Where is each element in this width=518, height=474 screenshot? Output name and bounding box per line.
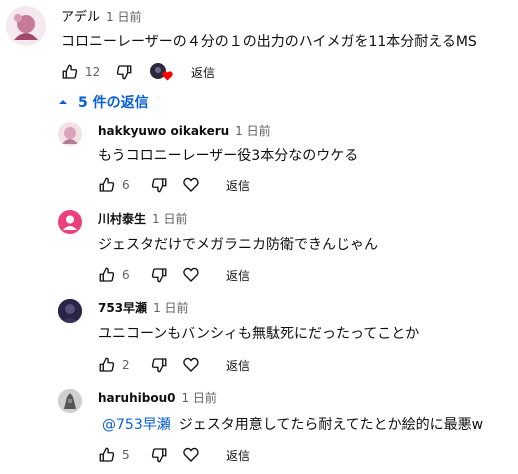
like-icon[interactable] <box>61 63 79 81</box>
reply-time[interactable]: 1 日前 <box>181 391 216 405</box>
view-replies-button[interactable]: 5 件の返信 <box>58 92 149 112</box>
comment-header: アデル 1 日前 <box>61 6 141 25</box>
dislike-icon[interactable] <box>150 176 168 194</box>
dislike-icon[interactable] <box>150 356 168 374</box>
reply-button[interactable]: 返信 <box>226 177 250 194</box>
like-icon[interactable] <box>98 266 116 284</box>
reply-button[interactable]: 返信 <box>226 447 250 464</box>
reply-header: 753早瀬 1 日前 <box>98 299 189 316</box>
heart-outline-icon[interactable] <box>182 446 200 464</box>
dislike-icon[interactable] <box>150 446 168 464</box>
commenter-avatar[interactable] <box>6 6 46 46</box>
like-count: 6 <box>122 268 130 282</box>
reply-body: ユニコーンもバンシィも無駄死にだったってことか <box>98 326 420 342</box>
reply-avatar[interactable] <box>58 210 82 234</box>
reply-actions: 2 返信 <box>98 356 250 374</box>
like-count: 6 <box>122 178 130 192</box>
creator-heart <box>149 62 173 84</box>
reply-button[interactable]: 返信 <box>226 357 250 374</box>
comment-actions: 12 返信 <box>61 62 215 82</box>
like-count: 5 <box>122 448 130 462</box>
reply-actions: 6 返信 <box>98 176 250 194</box>
reply-text: もうコロニーレーザー役3本分なのウケる <box>98 145 358 165</box>
reply-text: @753早瀬 ジェスタ用意してたら耐えてたとか絵的に最悪w <box>102 414 483 434</box>
reply-header: haruhibou0 1 日前 <box>98 389 217 406</box>
reply-body: ジェスタだけでメガラニカ防衛できんじゃん <box>98 237 378 253</box>
reply-time[interactable]: 1 日前 <box>235 124 270 138</box>
reply-actions: 6 返信 <box>98 266 250 284</box>
reply-button[interactable]: 返信 <box>191 64 215 81</box>
reply-author[interactable]: 川村泰生 <box>98 212 146 226</box>
heart-icon <box>162 70 173 84</box>
reply-button[interactable]: 返信 <box>226 267 250 284</box>
caret-up-icon <box>58 97 68 107</box>
reply-header: 川村泰生 1 日前 <box>98 210 187 227</box>
dislike-icon[interactable] <box>150 266 168 284</box>
heart-outline-icon[interactable] <box>182 266 200 284</box>
reply-body: ジェスタ用意してたら耐えてたとか絵的に最悪w <box>178 417 484 433</box>
reply-body: もうコロニーレーザー役3本分なのウケる <box>98 148 359 164</box>
like-icon[interactable] <box>98 446 116 464</box>
reply-author[interactable]: 753早瀬 <box>98 301 147 315</box>
reply-header: hakkyuwo oikakeru 1 日前 <box>98 122 271 139</box>
replies-count-label: 5 件の返信 <box>78 95 149 111</box>
reply-time[interactable]: 1 日前 <box>153 301 188 315</box>
comment-time[interactable]: 1 日前 <box>106 10 141 24</box>
reply-avatar[interactable] <box>58 122 82 146</box>
comment-author[interactable]: アデル <box>61 10 100 25</box>
heart-outline-icon[interactable] <box>182 176 200 194</box>
like-count: 2 <box>122 358 130 372</box>
comment-text: コロニーレーザーの４分の１の出力のハイメガを11本分耐えるMS <box>61 34 477 50</box>
like-icon[interactable] <box>98 176 116 194</box>
like-icon[interactable] <box>98 356 116 374</box>
dislike-icon[interactable] <box>115 63 133 81</box>
reply-mention[interactable]: @753早瀬 <box>102 417 171 433</box>
like-count: 12 <box>85 65 101 79</box>
reply-author[interactable]: haruhibou0 <box>98 391 175 405</box>
reply-actions: 5 返信 <box>98 446 250 464</box>
reply-text: ユニコーンもバンシィも無駄死にだったってことか <box>98 323 419 343</box>
reply-avatar[interactable] <box>58 389 82 413</box>
heart-outline-icon[interactable] <box>182 356 200 374</box>
reply-author[interactable]: hakkyuwo oikakeru <box>98 124 229 138</box>
reply-time[interactable]: 1 日前 <box>152 212 187 226</box>
reply-avatar[interactable] <box>58 299 82 323</box>
reply-text: ジェスタだけでメガラニカ防衛できんじゃん <box>98 234 378 254</box>
